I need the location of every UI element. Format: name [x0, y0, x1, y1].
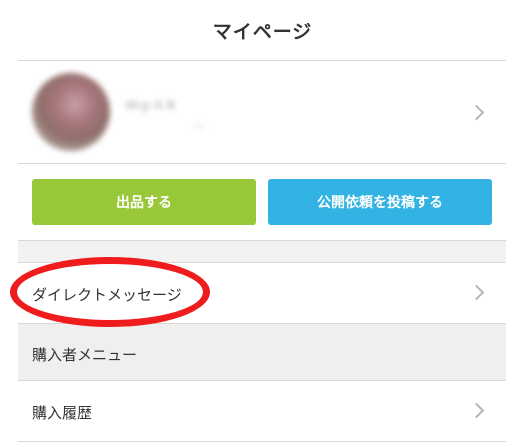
profile-name: ｍｙｎｋ	[126, 98, 179, 113]
action-buttons: 出品する 公開依頼を投稿する	[18, 164, 506, 240]
menu-item-purchase-history[interactable]: 購入履歴	[18, 381, 506, 441]
avatar[interactable]	[32, 73, 110, 151]
profile-row[interactable]: ｍｙｎｋ —	[18, 61, 506, 163]
section-header-buyer-menu: 購入者メニュー	[18, 324, 506, 380]
chevron-right-icon	[468, 104, 485, 121]
menu-item-direct-message[interactable]: ダイレクトメッセージ	[18, 263, 506, 323]
post-request-button[interactable]: 公開依頼を投稿する	[268, 179, 492, 225]
section-header-label: 購入者メニュー	[32, 346, 138, 364]
divider	[18, 441, 506, 442]
menu-item-label: ダイレクトメッセージ	[32, 286, 182, 304]
spacer	[18, 241, 506, 263]
sell-button[interactable]: 出品する	[32, 179, 256, 225]
chevron-right-icon	[468, 402, 485, 419]
profile-subtext: —	[194, 119, 205, 132]
menu-item-label: 購入履歴	[32, 404, 93, 422]
page-title: マイページ	[212, 20, 313, 43]
chevron-right-icon	[468, 284, 485, 301]
